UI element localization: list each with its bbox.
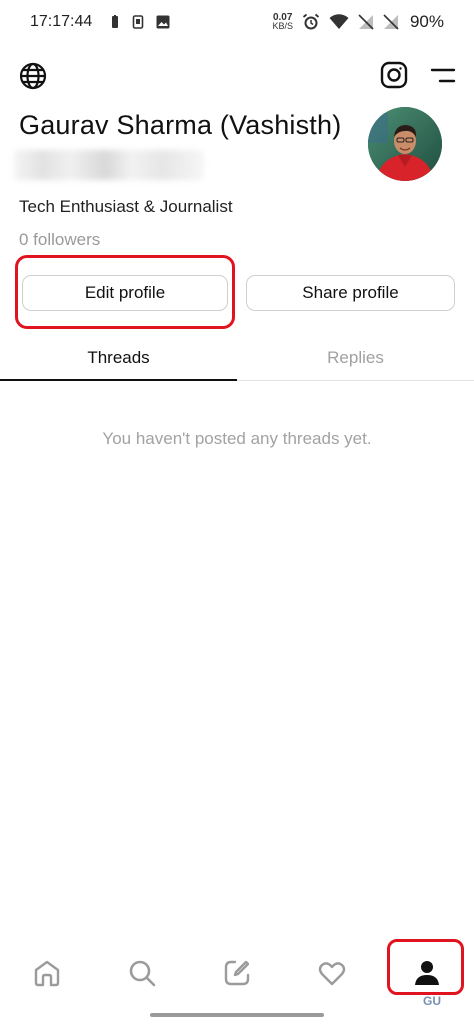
username-redacted bbox=[14, 150, 204, 180]
nav-search[interactable] bbox=[95, 945, 190, 1001]
nav-profile[interactable] bbox=[379, 945, 474, 1001]
instagram-icon[interactable] bbox=[380, 61, 408, 89]
battery-saver-icon bbox=[112, 15, 119, 28]
edit-profile-button[interactable]: Edit profile bbox=[22, 275, 228, 311]
profile-name: Gaurav Sharma (Vashisth) bbox=[19, 110, 342, 140]
home-icon bbox=[35, 960, 60, 987]
search-icon bbox=[129, 960, 156, 987]
phone-link-icon bbox=[132, 15, 144, 29]
followers-count[interactable]: 0 followers bbox=[19, 230, 100, 250]
alarm-icon bbox=[302, 13, 320, 30]
empty-state-message: You haven't posted any threads yet. bbox=[102, 429, 372, 448]
globe-icon[interactable] bbox=[18, 61, 48, 91]
no-signal-2-icon bbox=[383, 14, 399, 30]
menu-icon[interactable] bbox=[430, 66, 456, 86]
gallery-icon bbox=[156, 15, 170, 29]
profile-icon bbox=[414, 961, 439, 985]
profile-bio: Tech Enthusiast & Journalist bbox=[19, 197, 233, 216]
nav-compose[interactable] bbox=[190, 945, 285, 1001]
no-signal-icon bbox=[358, 14, 374, 30]
watermark-logo: GU bbox=[423, 994, 441, 1008]
heart-icon bbox=[318, 962, 345, 986]
system-icons: 0.07 KB/S 90% bbox=[272, 12, 444, 32]
profile-tabs: Threads Replies bbox=[0, 335, 474, 381]
share-profile-button[interactable]: Share profile bbox=[246, 275, 455, 311]
bottom-nav bbox=[0, 945, 474, 1001]
status-bar: 17:17:44 0.07 KB/S 90% bbox=[0, 0, 474, 44]
avatar[interactable] bbox=[368, 107, 442, 181]
profile-top-bar bbox=[18, 58, 456, 94]
wifi-icon bbox=[329, 14, 349, 29]
nav-home[interactable] bbox=[0, 945, 95, 1001]
network-speed-unit: KB/S bbox=[272, 21, 293, 31]
nav-activity[interactable] bbox=[284, 945, 379, 1001]
status-time: 17:17:44 bbox=[30, 13, 93, 30]
battery-level: 90% bbox=[409, 12, 444, 31]
tab-threads[interactable]: Threads bbox=[0, 335, 237, 381]
network-speed: 0.07 KB/S bbox=[272, 13, 293, 31]
home-indicator[interactable] bbox=[150, 1013, 324, 1017]
compose-icon bbox=[224, 960, 250, 986]
notification-icons bbox=[110, 15, 170, 29]
tab-replies[interactable]: Replies bbox=[237, 335, 474, 380]
